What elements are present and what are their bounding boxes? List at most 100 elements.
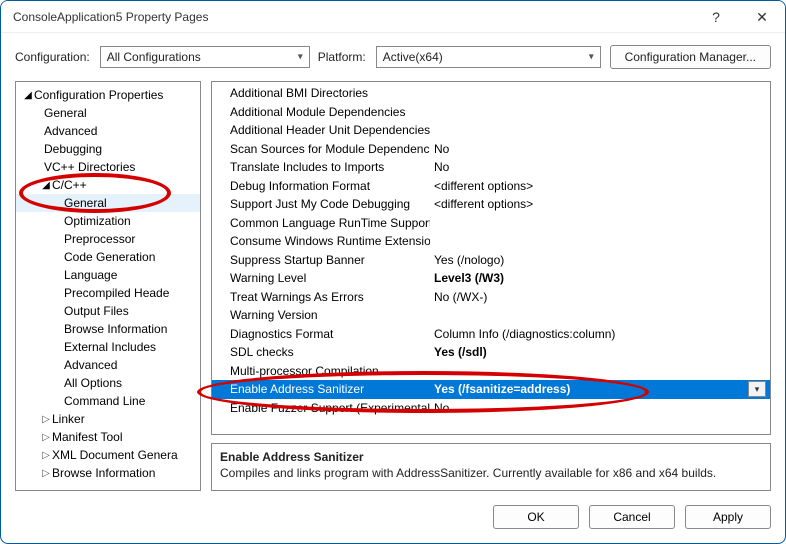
tree-item[interactable]: General [16,104,200,122]
tree-root[interactable]: ◢ Configuration Properties [16,86,200,104]
property-name: Consume Windows Runtime Extension [212,234,430,248]
property-row[interactable]: Scan Sources for Module DependenciesNo [212,140,770,159]
tree-label: VC++ Directories [44,160,135,174]
property-row[interactable]: Debug Information Format<different optio… [212,177,770,196]
tree-label: Browse Information [64,322,167,336]
configuration-manager-button[interactable]: Configuration Manager... [610,45,771,69]
chevron-right-icon: ▷ [40,450,52,461]
property-row[interactable]: Additional Module Dependencies [212,103,770,122]
tree-label: Output Files [64,304,129,318]
tree-label: General [64,196,107,210]
property-name: Warning Level [212,271,430,285]
property-name: Additional BMI Directories [212,86,430,100]
property-value[interactable]: No (/WX-) [430,290,770,304]
property-row[interactable]: Additional Header Unit Dependencies [212,121,770,140]
tree-item[interactable]: ▷Browse Information [16,464,200,482]
property-row[interactable]: Diagnostics FormatColumn Info (/diagnost… [212,325,770,344]
platform-value: Active(x64) [383,50,443,64]
property-name: SDL checks [212,345,430,359]
property-value[interactable]: <different options> [430,197,770,211]
tree-ccpp[interactable]: ◢ C/C++ [16,176,200,194]
tree-item[interactable]: Debugging [16,140,200,158]
property-name: Multi-processor Compilation [212,364,430,378]
description-body: Compiles and links program with AddressS… [220,466,716,480]
property-value[interactable]: No [430,160,770,174]
tree-item[interactable]: Precompiled Heade [16,284,200,302]
tree-item[interactable]: All Options [16,374,200,392]
tree-label: External Includes [64,340,156,354]
tree-item[interactable]: External Includes [16,338,200,356]
chevron-down-icon: ▾ [298,52,303,63]
property-grid[interactable]: Additional BMI Directories Additional Mod… [211,81,771,435]
chevron-right-icon: ▷ [40,414,52,425]
property-name: Warning Version [212,308,430,322]
property-value[interactable]: Yes (/fsanitize=address) [430,382,770,396]
property-value[interactable]: No [430,142,770,156]
property-row[interactable]: SDL checksYes (/sdl) [212,343,770,362]
tree-item[interactable]: VC++ Directories [16,158,200,176]
ok-button[interactable]: OK [493,505,579,529]
property-row[interactable]: Support Just My Code Debugging<different… [212,195,770,214]
tree-item[interactable]: Advanced [16,122,200,140]
tree-item[interactable]: Advanced [16,356,200,374]
property-name: Additional Header Unit Dependencies [212,123,430,137]
tree-label: Language [64,268,117,282]
tree-item[interactable]: Output Files [16,302,200,320]
configuration-select[interactable]: All Configurations ▾ [100,46,310,68]
category-tree[interactable]: ◢ Configuration Properties General Advanc… [15,81,201,491]
tree-label: General [44,106,87,120]
property-value[interactable]: <different options> [430,179,770,193]
dropdown-button[interactable]: ▾ [748,381,766,397]
cancel-button[interactable]: Cancel [589,505,675,529]
tree-item[interactable]: Command Line [16,392,200,410]
tree-label: Browse Information [52,466,155,480]
property-name: Support Just My Code Debugging [212,197,430,211]
property-row[interactable]: Treat Warnings As ErrorsNo (/WX-) [212,288,770,307]
tree-label: Code Generation [64,250,155,264]
property-value[interactable]: Yes (/nologo) [430,253,770,267]
tree-item[interactable]: Code Generation [16,248,200,266]
apply-button[interactable]: Apply [685,505,771,529]
chevron-right-icon: ▷ [40,432,52,443]
chevron-down-icon: ◢ [22,90,34,101]
property-value[interactable]: No [430,401,770,415]
configuration-label: Configuration: [15,50,90,64]
tree-item[interactable]: ▷Linker [16,410,200,428]
property-value[interactable]: Column Info (/diagnostics:column) [430,327,770,341]
property-row[interactable]: Translate Includes to ImportsNo [212,158,770,177]
property-row[interactable]: Enable Address SanitizerYes (/fsanitize=… [212,380,770,399]
dialog-footer: OK Cancel Apply [1,495,785,543]
property-row[interactable]: Warning Version [212,306,770,325]
tree-label: All Options [64,376,122,390]
tree-item[interactable]: Language [16,266,200,284]
property-name: Additional Module Dependencies [212,105,430,119]
tree-label: C/C++ [52,178,87,192]
platform-label: Platform: [318,50,366,64]
tree-item[interactable]: General [16,194,200,212]
tree-item[interactable]: ▷Manifest Tool [16,428,200,446]
property-row[interactable]: Multi-processor Compilation [212,362,770,381]
property-value[interactable]: Yes (/sdl) [430,345,770,359]
description-panel: Enable Address Sanitizer Compiles and li… [211,443,771,491]
tree-item[interactable]: Preprocessor [16,230,200,248]
tree-item[interactable]: Browse Information [16,320,200,338]
property-value[interactable]: Level3 (/W3) [430,271,770,285]
tree-item[interactable]: Optimization [16,212,200,230]
property-row[interactable]: Enable Fuzzer Support (Experimental)No [212,399,770,418]
property-row[interactable]: Additional BMI Directories [212,84,770,103]
property-name: Diagnostics Format [212,327,430,341]
help-button[interactable]: ? [693,1,739,33]
description-title: Enable Address Sanitizer [220,450,762,464]
tree-item[interactable]: ▷XML Document Genera [16,446,200,464]
chevron-right-icon: ▷ [40,468,52,479]
property-name: Scan Sources for Module Dependencies [212,142,430,156]
close-button[interactable]: ✕ [739,1,785,33]
tree-label: Preprocessor [64,232,135,246]
platform-select[interactable]: Active(x64) ▾ [376,46,601,68]
property-row[interactable]: Common Language RunTime Support [212,214,770,233]
property-row[interactable]: Consume Windows Runtime Extension [212,232,770,251]
tree-label: Precompiled Heade [64,286,169,300]
property-row[interactable]: Warning LevelLevel3 (/W3) [212,269,770,288]
property-row[interactable]: Suppress Startup BannerYes (/nologo) [212,251,770,270]
property-name: Treat Warnings As Errors [212,290,430,304]
